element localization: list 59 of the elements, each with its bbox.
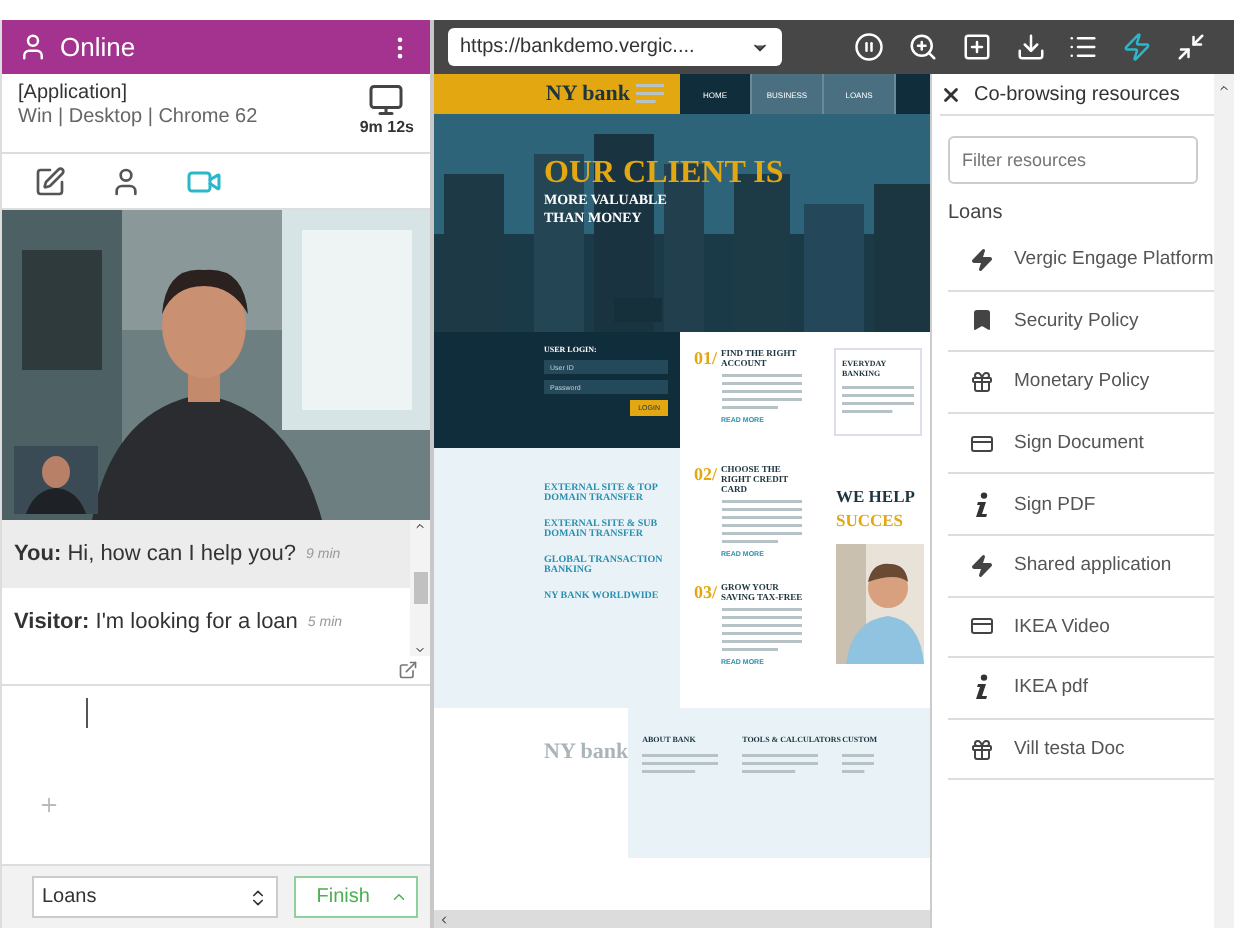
text-lines-drawing [842,752,875,776]
footer-logo: NY bank [544,740,629,768]
panel-title: Co-browsing resources [974,84,1180,106]
status-label: Online [60,32,138,62]
monitor-icon [368,82,405,118]
panel-tab[interactable] [110,165,142,197]
square-plus-icon [961,32,992,62]
bookmark-icon [970,308,994,333]
category-select[interactable]: Loans [32,876,279,918]
panel-tab[interactable] [34,165,66,197]
filter-field[interactable]: Filter resources [948,136,1198,184]
pause-icon [853,32,884,62]
group-label: Loans [948,202,1005,224]
hero-title: OUR CLIENT IS [544,156,786,192]
scroll-up-icon[interactable] [1218,82,1230,94]
info-icon [974,491,990,518]
shrink-icon [1176,32,1207,62]
caret-icon [390,888,408,906]
chat-message: You: Hi, how can I help you? [14,542,297,566]
person-icon [18,32,48,62]
scroll-up-icon[interactable] [414,520,426,532]
visitor-details: Win | Desktop | Chrome 62 [18,106,260,128]
text-lines-drawing [721,606,802,654]
step-number: 03/ [694,582,718,606]
lightning-icon [1122,32,1153,62]
promo-heading: WE HELP [836,484,917,508]
note-icon [34,165,66,197]
zoom-in-icon [907,32,938,62]
session-duration: 9m 12s [359,118,414,136]
step-number: 01/ [694,348,718,372]
close-icon[interactable] [940,84,962,106]
scroll-left-icon[interactable] [438,913,450,925]
scroll-down-icon[interactable] [414,644,426,656]
lightning-icon [970,247,994,272]
card-icon [970,431,994,456]
text-lines-drawing [721,498,802,546]
gift-icon [970,737,994,762]
text-lines-drawing [721,372,802,412]
text-lines-drawing [742,752,819,776]
step-number: 02/ [694,464,718,488]
url-select[interactable]: https://bankdemo.vergic.... [448,28,782,66]
gift-icon [970,369,994,394]
text-lines-drawing [636,82,664,106]
text-lines-drawing [842,384,914,416]
list-icon [1068,32,1099,62]
promo-heading: SUCCES [836,508,906,532]
text-lines-drawing [642,752,719,776]
card-icon [970,614,994,639]
up-down-caret-icon [248,887,269,907]
person-icon [110,165,142,197]
lightning-icon [970,553,994,578]
site-logo: NY bank [545,82,630,106]
horizontal-scrollbar[interactable] [434,910,930,928]
chat-message: Visitor: I'm looking for a loan [14,610,298,634]
download-icon [1015,32,1045,62]
pop-out-icon[interactable] [398,660,418,680]
visitor-name: [Application] [18,82,129,104]
info-icon [974,674,990,701]
scroll-thumb[interactable] [413,572,427,604]
